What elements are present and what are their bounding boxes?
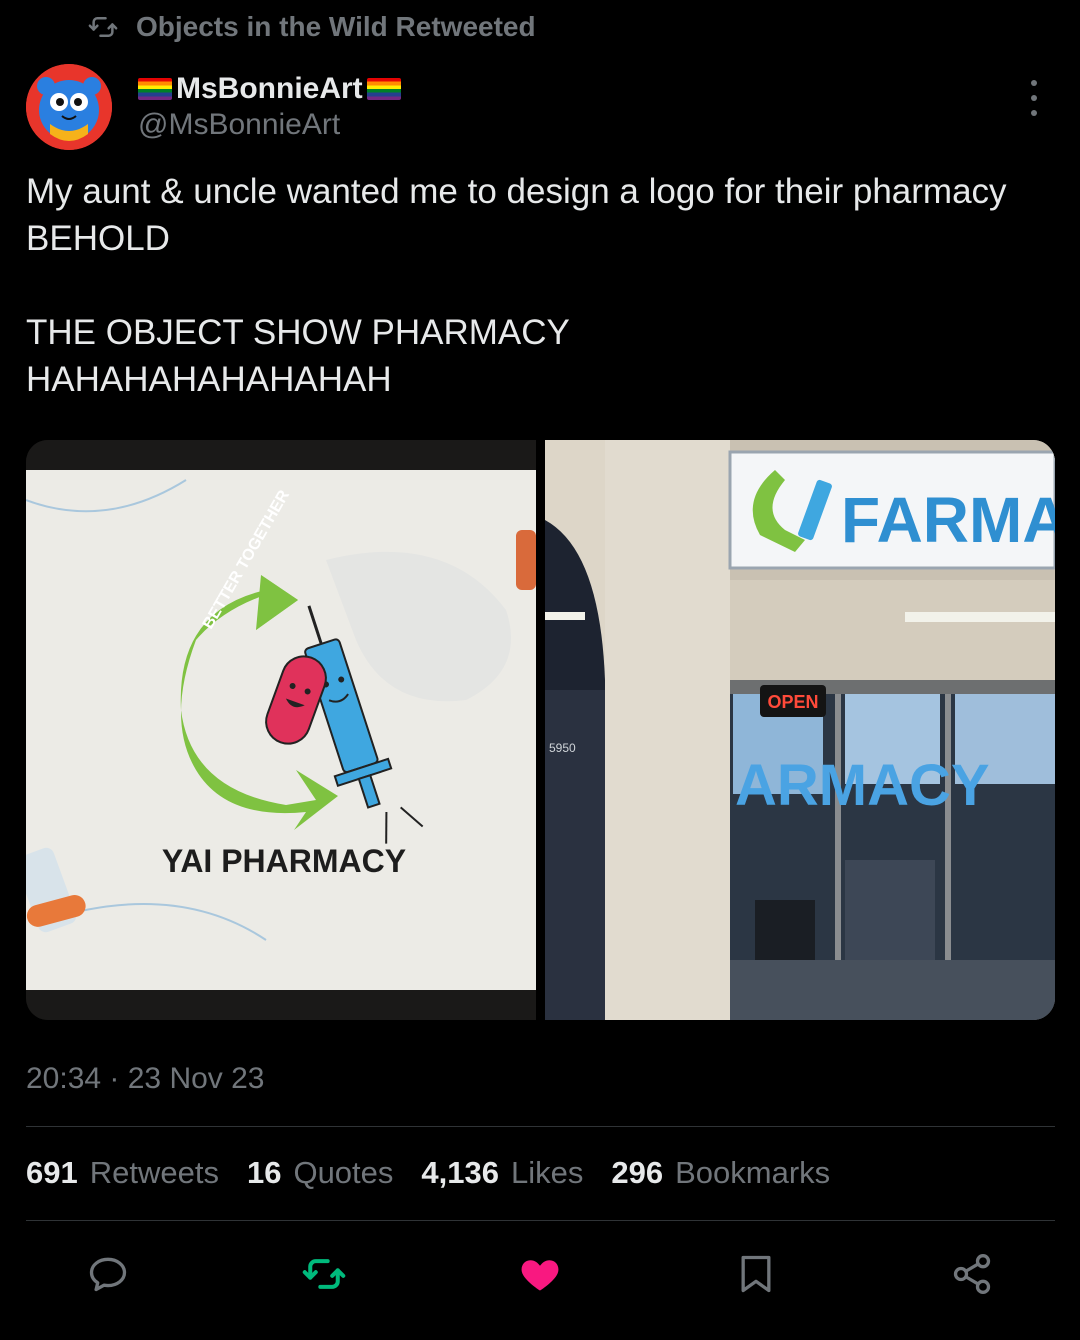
divider (26, 1220, 1055, 1221)
blue-bear-avatar-icon (26, 64, 112, 150)
media-gallery: BETTER TOGETHER YAI PHARMACY FARMA OPEN … (26, 440, 1055, 1020)
stat-count: 4,136 (421, 1155, 499, 1190)
reply-button[interactable] (80, 1246, 136, 1302)
tweet-detail-page: Objects in the Wild Retweeted MsBonnieAr… (0, 0, 1080, 1340)
heart-icon (521, 1260, 559, 1291)
avatar[interactable] (26, 64, 112, 150)
divider (26, 1126, 1055, 1127)
stat-retweets[interactable]: 691 Retweets (26, 1155, 219, 1191)
stat-count: 296 (611, 1155, 664, 1190)
action-bar (0, 1246, 1080, 1302)
engagement-stats: 691 Retweets 16 Quotes 4,136 Likes 296 B… (26, 1155, 830, 1191)
window-text: ARMACY (735, 753, 990, 818)
sign-text: FARMAC (841, 484, 1055, 556)
stat-label: Retweets (89, 1155, 219, 1190)
author-row: MsBonnieArt @MsBonnieArt (26, 64, 1056, 154)
logo-caption: YAI PHARMACY (162, 843, 406, 879)
dot (1031, 95, 1037, 101)
stat-label: Bookmarks (675, 1155, 831, 1190)
author-handle[interactable]: @MsBonnieArt (138, 108, 340, 142)
dot (1031, 80, 1037, 86)
share-icon (953, 1254, 991, 1294)
storefront-illustration: FARMAC OPEN ARMACY 5950 (545, 440, 1055, 1020)
retweet-context-text: Objects in the Wild Retweeted (136, 11, 536, 42)
pride-flag-icon (366, 78, 401, 100)
retweet-button[interactable] (296, 1246, 352, 1302)
stat-count: 691 (26, 1155, 78, 1190)
media-photo-storefront[interactable]: FARMAC OPEN ARMACY 5950 (545, 440, 1055, 1020)
open-sign: OPEN (767, 692, 818, 712)
stat-quotes[interactable]: 16 Quotes (247, 1155, 393, 1191)
bookmark-icon (741, 1255, 771, 1293)
address-number: 5950 (549, 741, 576, 755)
stat-label: Quotes (293, 1155, 394, 1190)
like-button[interactable] (512, 1246, 568, 1302)
stat-count: 16 (246, 1155, 282, 1190)
retweet-icon (88, 17, 118, 37)
display-name[interactable]: MsBonnieArt (138, 70, 401, 108)
media-photo-logo-card[interactable]: BETTER TOGETHER YAI PHARMACY (26, 440, 536, 1020)
logo-card-illustration: BETTER TOGETHER YAI PHARMACY (26, 440, 536, 1020)
retweet-icon (302, 1259, 346, 1289)
pride-flag-icon (138, 78, 172, 100)
reply-icon (89, 1257, 127, 1292)
tweet-text: My aunt & uncle wanted me to design a lo… (26, 172, 1007, 399)
stat-bookmarks[interactable]: 296 Bookmarks (611, 1155, 830, 1191)
stat-likes[interactable]: 4,136 Likes (421, 1155, 583, 1191)
retweet-context[interactable]: Objects in the Wild Retweeted (88, 10, 536, 44)
stat-label: Likes (510, 1155, 584, 1190)
display-name-text: MsBonnieArt (176, 72, 363, 105)
dot (1031, 110, 1037, 116)
more-options-button[interactable] (1022, 80, 1046, 116)
bookmark-button[interactable] (728, 1246, 784, 1302)
tweet-timestamp[interactable]: 20:34 · 23 Nov 23 (26, 1062, 265, 1096)
share-button[interactable] (944, 1246, 1000, 1302)
